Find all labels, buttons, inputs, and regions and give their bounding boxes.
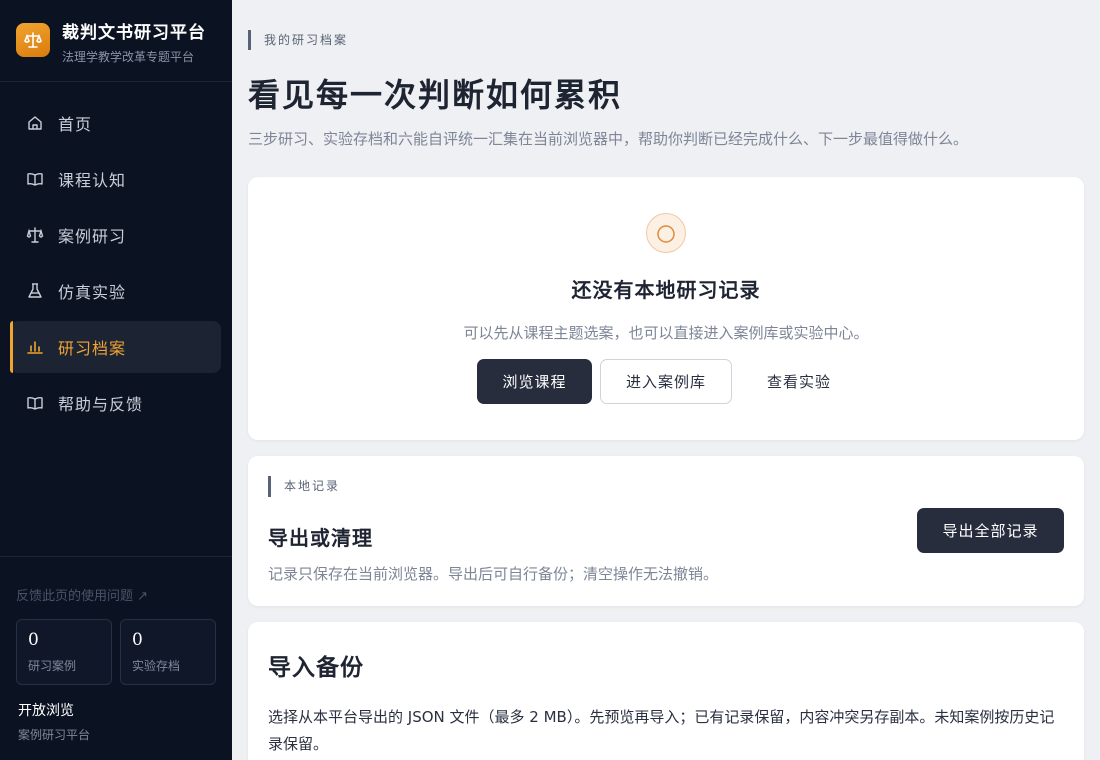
sidebar-item-help[interactable]: 帮助与反馈 xyxy=(10,377,221,429)
section-description: 选择从本平台导出的 JSON 文件（最多 2 MB）。先预览再导入；已有记录保留… xyxy=(268,708,1055,753)
empty-state-description: 可以先从课程主题选案，也可以直接进入案例库或实验中心。 xyxy=(463,324,869,342)
sidebar-item-label: 首页 xyxy=(58,115,93,134)
local-records-card: 本地记录 导出或清理 记录只保存在当前浏览器。导出后可自行备份；清空操作无法撤销… xyxy=(248,456,1084,606)
sidebar-item-courses[interactable]: 课程认知 xyxy=(10,153,221,205)
stat-label: 研习案例 xyxy=(28,659,77,673)
sidebar-divider xyxy=(0,556,232,557)
sidebar-item-experiments[interactable]: 仿真实验 xyxy=(10,265,221,317)
feedback-link[interactable]: 反馈此页的使用问题 ↗ xyxy=(16,585,148,604)
open-access-title: 开放浏览 xyxy=(18,703,74,719)
sidebar: 裁判文书研习平台 法理学教学改革专题平台 首页 课程认知 案例研习 仿真实验 研… xyxy=(0,0,232,760)
brand-subtitle: 法理学教学改革专题平台 xyxy=(62,50,195,64)
sidebar-item-label: 案例研习 xyxy=(58,227,127,246)
stat-label: 实验存档 xyxy=(132,659,181,673)
stat-value: 0 xyxy=(132,630,143,650)
sidebar-item-cases[interactable]: 案例研习 xyxy=(10,209,221,261)
section-tag: 本地记录 xyxy=(268,476,340,497)
main-content: 我的研习档案 看见每一次判断如何累积 三步研习、实验存档和六能自评统一汇集在当前… xyxy=(232,0,1100,760)
page-description: 三步研习、实验存档和六能自评统一汇集在当前浏览器中，帮助你判断已经完成什么、下一… xyxy=(248,130,969,148)
scales-icon xyxy=(26,226,44,244)
stat-value: 0 xyxy=(28,630,39,650)
page-eyebrow: 我的研习档案 xyxy=(248,30,348,50)
stat-experiment-count: 0 实验存档 xyxy=(120,619,216,685)
section-title: 导入备份 xyxy=(268,654,364,681)
sidebar-item-home[interactable]: 首页 xyxy=(10,97,221,149)
sidebar-item-label: 帮助与反馈 xyxy=(58,395,144,414)
bar-chart-icon xyxy=(26,338,44,356)
circle-icon xyxy=(646,213,686,253)
enter-cases-button[interactable]: 进入案例库 xyxy=(600,359,732,404)
export-all-button[interactable]: 导出全部记录 xyxy=(917,508,1064,553)
sidebar-item-label: 仿真实验 xyxy=(58,283,127,302)
book-icon xyxy=(26,394,44,412)
browse-courses-button[interactable]: 浏览课程 xyxy=(477,359,592,404)
open-access-subtitle: 案例研习平台 xyxy=(18,728,91,742)
section-title: 导出或清理 xyxy=(268,526,373,550)
sidebar-nav: 首页 课程认知 案例研习 仿真实验 研习档案 帮助与反馈 xyxy=(10,97,221,433)
empty-state-title: 还没有本地研习记录 xyxy=(571,278,761,302)
home-icon xyxy=(26,114,44,132)
brand-title: 裁判文书研习平台 xyxy=(62,23,206,43)
page-title: 看见每一次判断如何累积 xyxy=(248,76,623,114)
brand[interactable]: 裁判文书研习平台 法理学教学改革专题平台 xyxy=(0,0,232,82)
section-description: 记录只保存在当前浏览器。导出后可自行备份；清空操作无法撤销。 xyxy=(268,565,719,583)
flask-icon xyxy=(26,282,44,300)
sidebar-item-label: 课程认知 xyxy=(58,171,127,190)
view-experiments-button[interactable]: 查看实验 xyxy=(744,359,854,404)
empty-state-card: 还没有本地研习记录 可以先从课程主题选案，也可以直接进入案例库或实验中心。 浏览… xyxy=(248,177,1084,440)
book-icon xyxy=(26,170,44,188)
scales-icon xyxy=(16,23,50,57)
sidebar-item-label: 研习档案 xyxy=(58,339,127,358)
import-backup-card: 导入备份 选择从本平台导出的 JSON 文件（最多 2 MB）。先预览再导入；已… xyxy=(248,622,1084,760)
stat-case-count: 0 研习案例 xyxy=(16,619,112,685)
sidebar-item-archive[interactable]: 研习档案 xyxy=(10,321,221,373)
